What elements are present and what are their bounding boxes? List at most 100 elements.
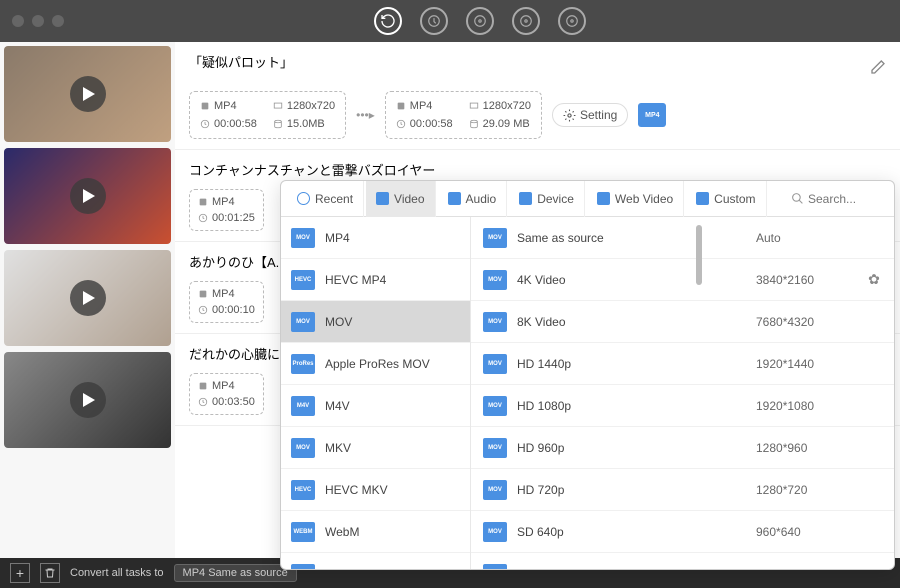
format-icon: M4V [291,396,315,416]
format-icon: MOV [483,480,507,500]
format-icon: MOV [483,270,507,290]
format-label: HEVC MKV [325,483,388,497]
preset-row[interactable]: MOV8K Video7680*4320 [471,301,894,343]
format-row[interactable]: MOV AVI [281,553,470,569]
play-icon [70,382,106,418]
dst-format: MP4 [396,100,453,112]
tool-film3-icon[interactable] [558,7,586,35]
setting-button[interactable]: Setting [552,103,628,127]
add-button[interactable]: + [10,563,30,583]
format-popup: Recent Video Audio Device Web Video Cust… [280,180,895,570]
format-row[interactable]: ProResApple ProRes MOV [281,343,470,385]
source-info-box: MP4 00:01:25 [189,189,264,231]
video-thumbnail[interactable] [4,148,171,244]
tool-download-icon[interactable] [420,7,448,35]
format-icon: MOV [483,354,507,374]
device-icon [519,192,532,205]
delete-button[interactable] [40,563,60,583]
format-icon: HEVC [291,270,315,290]
source-info-box: MP4 00:03:50 [189,373,264,415]
format-row[interactable]: HEVC HEVC MP4 [281,259,470,301]
format-icon: MOV [291,228,315,248]
tab-device[interactable]: Device [509,181,585,217]
format-icon: MOV [483,522,507,542]
play-icon [70,178,106,214]
search-box[interactable] [791,192,888,206]
preset-name: HD 1440p [517,357,746,371]
preset-name: HD 1080p [517,399,746,413]
preset-name: SD 576p [517,567,746,570]
tool-convert-icon[interactable] [374,7,402,35]
format-icon: MOV [291,438,315,458]
output-format-icon[interactable]: MP4 [638,103,666,127]
output-format-select[interactable]: MP4 Same as source [174,564,297,582]
source-info-box: MP4 1280x720 00:00:58 15.0MB [189,91,346,139]
video-thumbnail[interactable] [4,352,171,448]
preset-resolution: 7680*4320 [756,315,856,329]
web-icon [597,192,610,205]
format-label: AVI [325,567,343,570]
search-input[interactable] [808,192,878,206]
preset-row[interactable]: MOVHD 1080p1920*1080 [471,385,894,427]
preset-name: HD 720p [517,483,746,497]
titlebar [0,0,900,42]
arrow-icon: •••▸ [356,108,375,122]
preset-row[interactable]: MOVHD 960p1280*960 [471,427,894,469]
preset-resolution: 1280*960 [756,441,856,455]
source-info-box: MP4 00:00:10 [189,281,264,323]
scrollbar[interactable] [696,225,702,285]
format-list: MOV MP4 HEVC HEVC MP4 MOV MOV ProResApple ProR… [281,217,471,569]
convert-label: Convert all tasks to [70,567,164,579]
tool-film1-icon[interactable] [466,7,494,35]
preset-row[interactable]: MOVSD 576p [471,553,894,569]
preset-name: Same as source [517,231,746,245]
preset-name: 8K Video [517,315,746,329]
target-info-box: MP4 1280x720 00:00:58 29.09 MB [385,91,542,139]
video-thumbnail[interactable] [4,250,171,346]
dst-resolution: 1280x720 [469,100,531,112]
format-icon: MOV [291,564,315,570]
src-duration: 00:00:58 [200,118,257,130]
window-min-dot[interactable] [32,15,44,27]
video-icon [376,192,389,205]
window-close-dot[interactable] [12,15,24,27]
tab-audio[interactable]: Audio [438,181,508,217]
format-icon: MOV [291,312,315,332]
format-icon: MOV [483,228,507,248]
format-label: HEVC MP4 [325,273,386,287]
format-row[interactable]: MOV MOV [281,301,470,343]
preset-row[interactable]: MOV4K Video3840*2160✿ [471,259,894,301]
custom-icon [696,192,709,205]
preset-row[interactable]: MOV HD 1440p 1920*1440 [471,343,894,385]
format-row[interactable]: MOVMKV [281,427,470,469]
window-max-dot[interactable] [52,15,64,27]
video-thumbnail[interactable] [4,46,171,142]
tab-recent[interactable]: Recent [287,181,364,217]
play-icon [70,76,106,112]
preset-resolution: Auto [756,231,856,245]
format-label: MOV [325,315,352,329]
gear-icon[interactable]: ✿ [866,271,882,288]
preset-row[interactable]: MOVSD 640p960*640 [471,511,894,553]
tab-webvideo[interactable]: Web Video [587,181,684,217]
format-row[interactable]: HEVC HEVC MKV [281,469,470,511]
tab-video[interactable]: Video [366,181,435,217]
preset-resolution: 1920*1440 [756,357,856,371]
preset-resolution: 1920*1080 [756,399,856,413]
preset-row[interactable]: MOVHD 720p1280*720 [471,469,894,511]
tab-custom[interactable]: Custom [686,181,766,217]
format-icon: WEBM [291,522,315,542]
preset-list: MOVSame as sourceAutoMOV4K Video3840*216… [471,217,894,569]
format-icon: MOV [483,438,507,458]
format-icon: HEVC [291,480,315,500]
format-label: MP4 [325,231,350,245]
preset-row[interactable]: MOV Same as source Auto [471,217,894,259]
format-row[interactable]: M4VM4V [281,385,470,427]
format-row[interactable]: WEBMWebM [281,511,470,553]
preset-name: 4K Video [517,273,746,287]
format-row[interactable]: MOV MP4 [281,217,470,259]
edit-icon[interactable] [870,59,886,75]
play-icon [70,280,106,316]
conversion-item: 「疑似パロット」 MP4 1280x720 00:00:58 15.0MB ••… [175,42,900,150]
tool-film2-icon[interactable] [512,7,540,35]
